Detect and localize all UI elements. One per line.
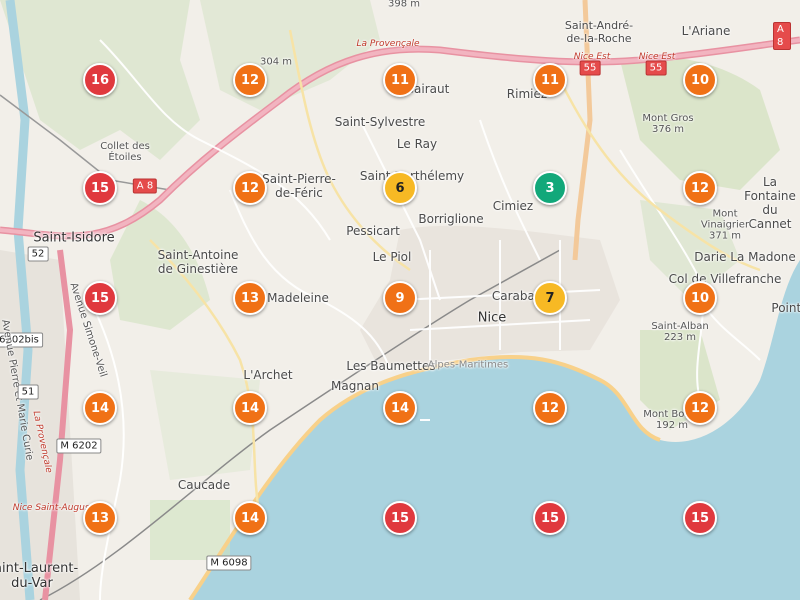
- elevation-398: 398 m: [387, 0, 421, 10]
- route-la-provencale: La Provençale: [356, 39, 420, 49]
- place-saint-antoine-de-ginestiere: Saint-Antoine de Ginestière: [157, 248, 239, 276]
- map-marker[interactable]: 6: [383, 171, 417, 205]
- place-saint-laurent-du-var: Saint-Laurent- du-Var: [0, 561, 79, 591]
- map-marker[interactable]: 14: [233, 501, 267, 535]
- route-shield-m6098: M 6098: [206, 555, 252, 571]
- place-le-ray: Le Ray: [396, 137, 438, 151]
- map-marker[interactable]: 12: [683, 391, 717, 425]
- place-saint-isidore: Saint-Isidore: [33, 230, 115, 246]
- map-marker[interactable]: 15: [533, 501, 567, 535]
- map-marker[interactable]: 15: [83, 171, 117, 205]
- map-marker[interactable]: 10: [683, 281, 717, 315]
- map-marker[interactable]: 3: [533, 171, 567, 205]
- region-alpes-maritimes: Alpes-Maritimes: [427, 359, 509, 371]
- map-marker[interactable]: 15: [83, 281, 117, 315]
- elevation-304: 304 m: [259, 56, 293, 68]
- exit-shield-55-b: 55: [645, 60, 667, 76]
- place-borriglione: Borriglione: [418, 212, 484, 226]
- place-caucade: Caucade: [177, 478, 231, 492]
- place-saint-sylvestre: Saint-Sylvestre: [334, 115, 426, 129]
- place-col-de-villefranche: Col de Villefranche: [668, 272, 782, 286]
- place-saint-pierre-de-feric: Saint-Pierre- de-Féric: [262, 172, 336, 200]
- map-marker[interactable]: 13: [83, 501, 117, 535]
- map-marker[interactable]: 15: [683, 501, 717, 535]
- a8-shield-left: A 8: [132, 178, 158, 194]
- map-marker[interactable]: 12: [533, 391, 567, 425]
- map-marker[interactable]: 12: [233, 171, 267, 205]
- place-nice: Nice: [477, 310, 507, 326]
- place-les-baumettes: Les Baumettes: [346, 359, 436, 373]
- place-pointe: Pointe: [771, 301, 800, 315]
- place-mont-gros: Mont Gros 376 m: [642, 113, 694, 135]
- map-marker[interactable]: 12: [233, 63, 267, 97]
- place-darie-la-madone: Darie La Madone: [694, 250, 796, 264]
- place-pessicart: Pessicart: [346, 224, 400, 238]
- map-marker[interactable]: 14: [83, 391, 117, 425]
- place-saint-alban: Saint-Alban 223 m: [651, 321, 709, 343]
- place-le-piol: Le Piol: [372, 250, 412, 264]
- map-marker[interactable]: 14: [233, 391, 267, 425]
- map-marker[interactable]: 14: [383, 391, 417, 425]
- map-marker[interactable]: 15: [383, 501, 417, 535]
- map-marker[interactable]: 10: [683, 63, 717, 97]
- map-marker[interactable]: 11: [383, 63, 417, 97]
- map-marker[interactable]: 13: [233, 281, 267, 315]
- route-shield-52: 52: [27, 246, 49, 262]
- map-marker[interactable]: 16: [83, 63, 117, 97]
- place-lariane: L'Ariane: [681, 24, 731, 38]
- route-shield-51: 51: [17, 384, 39, 400]
- place-magnan: Magnan: [331, 379, 379, 393]
- place-saint-andre-de-la-roche: Saint-André- de-la-Roche: [564, 19, 634, 45]
- place-madeleine: Madeleine: [267, 291, 329, 305]
- place-cimiez: Cimiez: [492, 199, 534, 213]
- map-marker[interactable]: 12: [683, 171, 717, 205]
- place-mont-vinaigrier: Mont Vinaigrier 371 m: [700, 208, 750, 242]
- place-collet-des-etoiles: Collet des Étoiles: [100, 141, 150, 163]
- map-marker[interactable]: 9: [383, 281, 417, 315]
- exit-shield-55: 55: [579, 60, 601, 76]
- map-marker[interactable]: 7: [533, 281, 567, 315]
- map-view[interactable]: Saint-André- de-la-Roche L'Ariane La Pro…: [0, 0, 800, 600]
- place-larchet: L'Archet: [243, 368, 293, 382]
- route-shield-m6202: M 6202: [56, 438, 102, 454]
- a8-shield-right: A 8: [773, 22, 791, 50]
- map-marker[interactable]: 11: [533, 63, 567, 97]
